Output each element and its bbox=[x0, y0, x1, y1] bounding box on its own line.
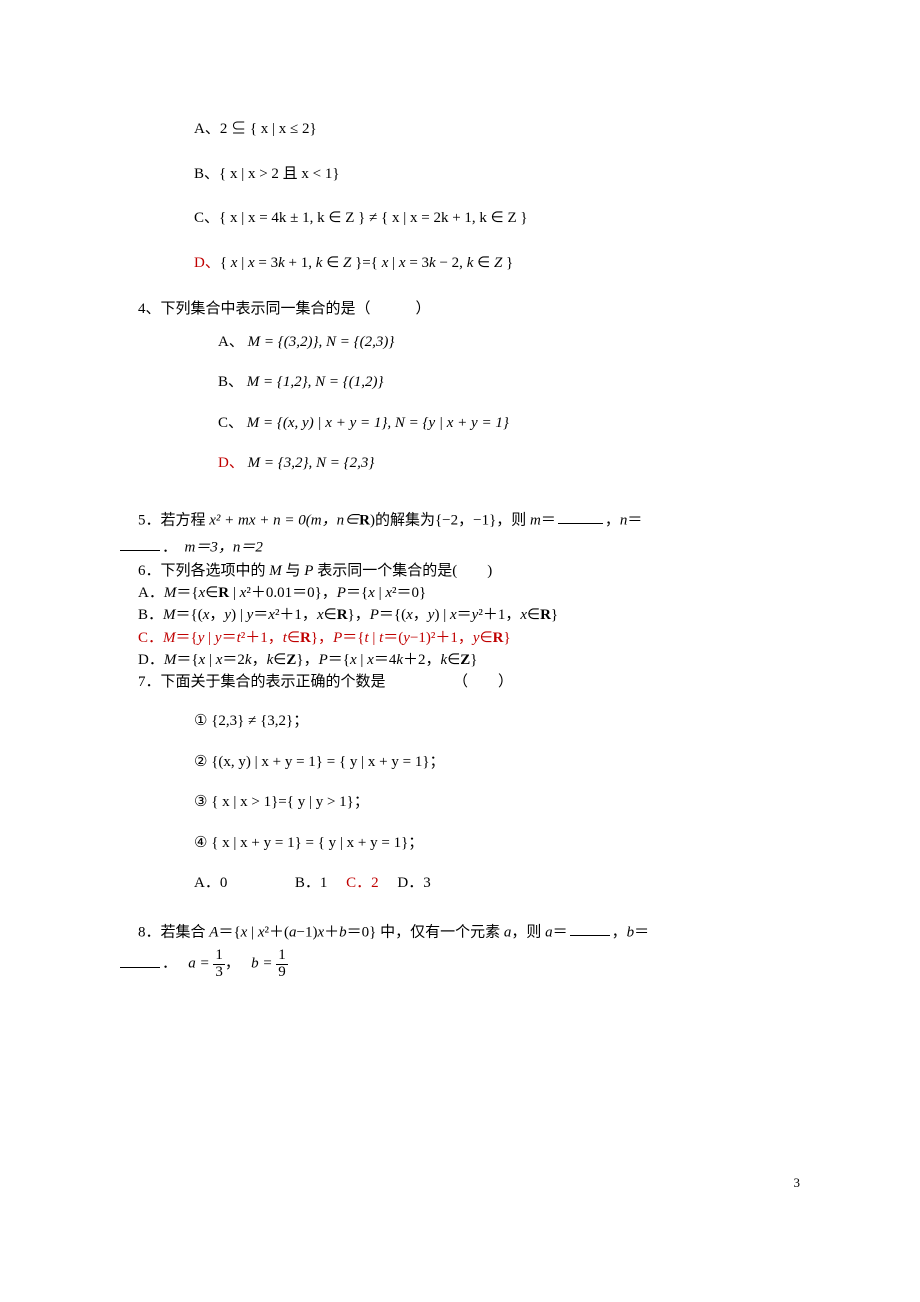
option-prefix: D、 bbox=[218, 455, 244, 471]
option-text: A．M＝{x∈R | x²＋0.01＝0}，P＝{x | x²＝0} bbox=[138, 585, 426, 601]
option-text: M = {1,2}, N = {(1,2)} bbox=[247, 374, 384, 390]
option-prefix: B、 bbox=[218, 374, 243, 390]
q8-period: ． bbox=[162, 956, 177, 972]
q4-option-D: D、 M = {3,2}, N = {2,3} bbox=[218, 452, 790, 475]
q3-option-D: D、{ x | x = 3k + 1, k ∈ Z }={ x | x = 3k… bbox=[194, 252, 790, 275]
q7-item-4: ④ { x | x + y = 1} = { y | x + y = 1}； bbox=[194, 832, 790, 855]
option-text: M = {3,2}, N = {2,3} bbox=[248, 455, 375, 471]
q8-eq2: ＝ bbox=[634, 924, 649, 940]
num: 1 bbox=[213, 948, 225, 964]
stem-text: 7．下面关于集合的表示正确的个数是 （ ） bbox=[138, 674, 513, 690]
q4-option-B: B、 M = {1,2}, N = {(1,2)} bbox=[218, 371, 790, 394]
q7-C: C．2 bbox=[346, 875, 379, 891]
blank-b bbox=[120, 953, 160, 968]
q5-eq1: ＝ bbox=[541, 512, 556, 528]
q6-pre: 6．下列各选项中的 bbox=[138, 563, 269, 579]
q4-stem: 4、下列集合中表示同一集合的是（ ） bbox=[138, 298, 790, 321]
q5-m: m bbox=[530, 512, 541, 528]
q6-stem: 6．下列各选项中的 M 与 P 表示同一个集合的是( ) bbox=[138, 561, 790, 581]
q3-option-A: A、2 ⊆ { x | x ≤ 2} bbox=[194, 118, 790, 141]
q7-item-1: ① {2,3} ≠ {3,2}； bbox=[194, 710, 790, 733]
option-text: B．M＝{(x，y) | y＝x²＋1，x∈R}，P＝{(x，y) | x＝y²… bbox=[138, 607, 558, 623]
q6-tail: 表示同一个集合的是( ) bbox=[313, 563, 492, 579]
q4-option-A: A、 M = {(3,2)}, N = {(2,3)} bbox=[218, 331, 790, 354]
q7-item-2: ② {(x, y) | x + y = 1} = { y | x + y = 1… bbox=[194, 751, 790, 774]
q8-a: a bbox=[545, 924, 553, 940]
q8-line2: ． a = 13， b = 19 bbox=[118, 948, 790, 981]
q6-mid: 与 bbox=[282, 563, 305, 579]
q6-M: M bbox=[269, 563, 282, 579]
item-text: ④ { x | x + y = 1} = { y | x + y = 1}； bbox=[194, 835, 423, 851]
q5-pre: 5．若方程 bbox=[138, 512, 209, 528]
blank-m bbox=[558, 509, 603, 524]
item-text: ① {2,3} ≠ {3,2}； bbox=[194, 713, 308, 729]
q6-option-D: D．M＝{x | x＝2k，k∈Z}，P＝{x | x＝4k＋2，k∈Z} bbox=[138, 650, 790, 670]
q3-option-B: B、{ x | x > 2 且 x < 1} bbox=[194, 163, 790, 186]
q5-mid1: x² + mx + n = 0(m，n∈ bbox=[209, 512, 359, 528]
blank-a bbox=[570, 921, 610, 936]
q6-option-A: A．M＝{x∈R | x²＋0.01＝0}，P＝{x | x²＝0} bbox=[138, 583, 790, 603]
q5-line2: ． m＝3，n＝2 bbox=[118, 536, 790, 559]
option-text: C、{ x | x = 4k ± 1, k ∈ Z } ≠ { x | x = … bbox=[194, 210, 528, 226]
den: 9 bbox=[276, 964, 288, 981]
q5-mid2: )的解集为{−2，−1}，则 bbox=[370, 512, 530, 528]
item-text: ② {(x, y) | x + y = 1} = { y | x + y = 1… bbox=[194, 754, 445, 770]
blank-n bbox=[120, 536, 160, 551]
option-text: M = {(x, y) | x + y = 1}, N = {y | x + y… bbox=[247, 415, 509, 431]
q5-R: R bbox=[359, 512, 370, 528]
num: 1 bbox=[276, 948, 288, 964]
frac-1-3: 13 bbox=[213, 948, 225, 981]
option-text: D．M＝{x | x＝2k，k∈Z}，P＝{x | x＝4k＋2，k∈Z} bbox=[138, 652, 477, 668]
q7-A: A．0 bbox=[194, 875, 227, 891]
q8-ans-b-pre: b = bbox=[251, 956, 276, 972]
q5-stem: 5．若方程 x² + mx + n = 0(m，n∈R)的解集为{−2，−1}，… bbox=[138, 509, 790, 531]
q8-eq1: ＝ bbox=[553, 924, 568, 940]
option-prefix: D、 bbox=[194, 255, 220, 271]
q7-item-3: ③ { x | x > 1}={ y | y > 1}； bbox=[194, 791, 790, 814]
q7-B: B．1 bbox=[295, 875, 328, 891]
item-text: ③ { x | x > 1}={ y | y > 1}； bbox=[194, 794, 369, 810]
q5-comma: ， bbox=[605, 512, 620, 528]
option-text: { x | x = 3k + 1, k ∈ Z }={ x | x = 3k −… bbox=[220, 255, 513, 271]
q4-option-C: C、 M = {(x, y) | x + y = 1}, N = {y | x … bbox=[218, 412, 790, 435]
frac-1-9: 19 bbox=[276, 948, 288, 981]
q6-option-C: C．M＝{y | y＝t²＋1，t∈R}，P＝{t | t＝(y−1)²＋1，y… bbox=[138, 628, 790, 648]
q6-option-B: B．M＝{(x，y) | y＝x²＋1，x∈R}，P＝{(x，y) | x＝y²… bbox=[138, 605, 790, 625]
option-text: M = {(3,2)}, N = {(2,3)} bbox=[248, 334, 395, 350]
q7-D: D．3 bbox=[397, 875, 430, 891]
option-prefix: A、 bbox=[218, 334, 244, 350]
q5-period: ． bbox=[162, 539, 177, 555]
q8-pre: 8．若集合 A＝{x | x²＋(a−1)x＋b＝0} 中，仅有一个元素 a，则 bbox=[138, 924, 545, 940]
option-text: B、{ x | x > 2 且 x < 1} bbox=[194, 166, 340, 182]
option-text: A、2 ⊆ { x | x ≤ 2} bbox=[194, 121, 317, 137]
q8-comma: ， bbox=[612, 924, 627, 940]
option-prefix: C、 bbox=[218, 415, 243, 431]
q7-options: A．0 B．1 C．2 D．3 bbox=[194, 872, 790, 895]
q5-answer: m＝3，n＝2 bbox=[185, 539, 263, 555]
page-number: 3 bbox=[794, 1173, 801, 1193]
q8-ans-a-pre: a = bbox=[188, 956, 213, 972]
den: 3 bbox=[213, 964, 225, 981]
q8-stem: 8．若集合 A＝{x | x²＋(a−1)x＋b＝0} 中，仅有一个元素 a，则… bbox=[138, 921, 790, 943]
option-text: C．M＝{y | y＝t²＋1，t∈R}，P＝{t | t＝(y−1)²＋1，y… bbox=[138, 630, 511, 646]
q7-stem: 7．下面关于集合的表示正确的个数是 （ ） bbox=[138, 672, 790, 692]
stem-text: 4、下列集合中表示同一集合的是（ ） bbox=[138, 301, 431, 317]
q3-option-C: C、{ x | x = 4k ± 1, k ∈ Z } ≠ { x | x = … bbox=[194, 207, 790, 230]
q8-ans-sep: ， bbox=[225, 956, 240, 972]
q5-eq2: ＝ bbox=[627, 512, 642, 528]
